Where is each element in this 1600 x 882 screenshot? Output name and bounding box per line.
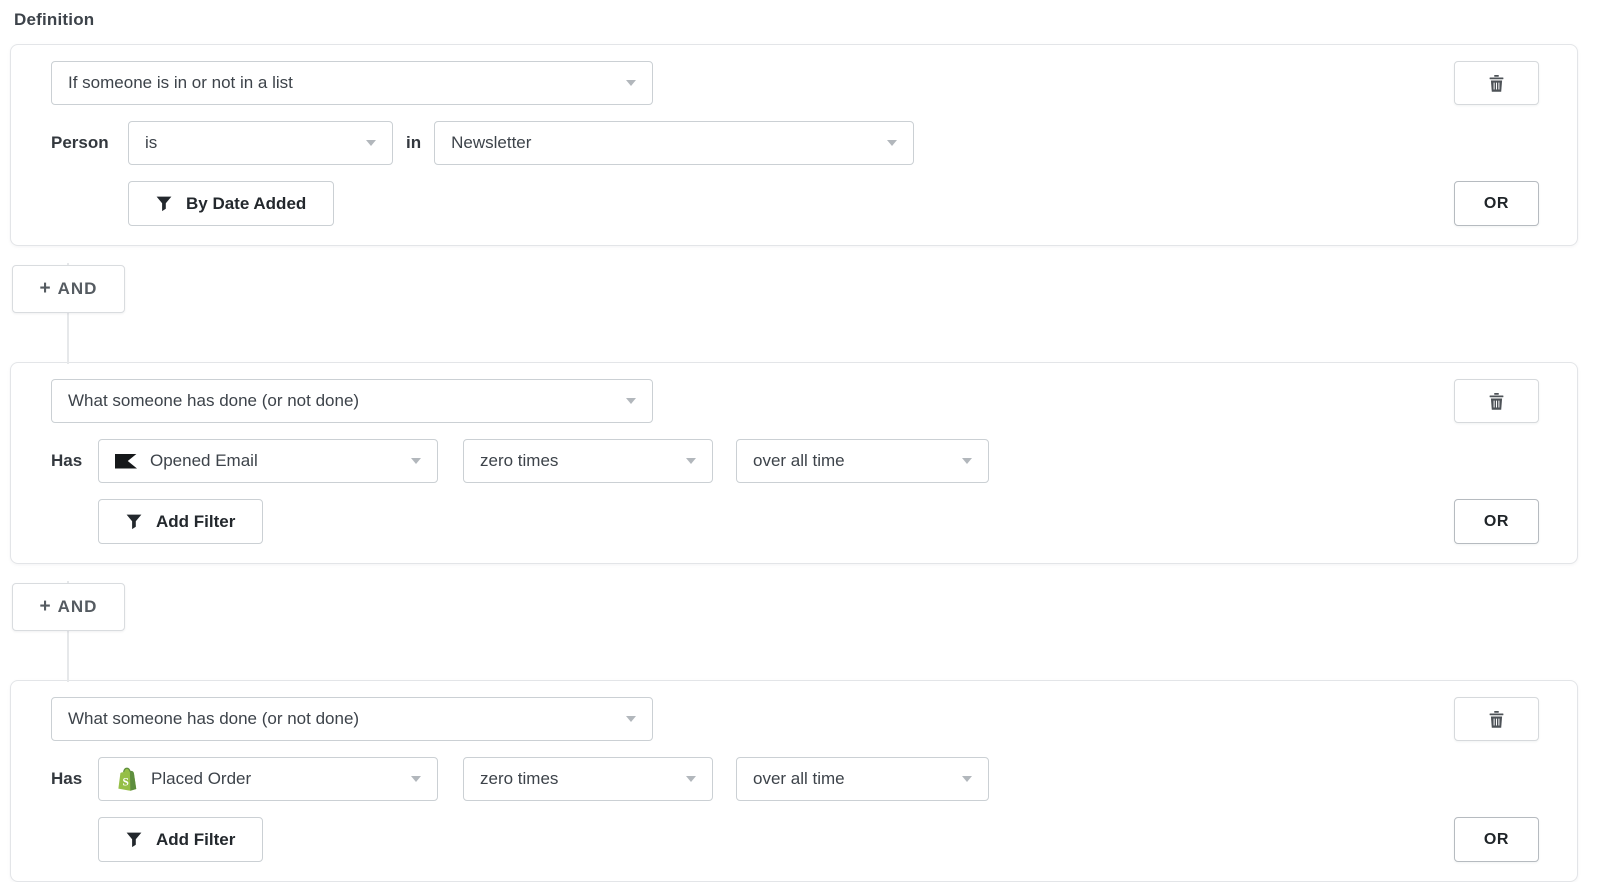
svg-text:S: S (123, 777, 129, 789)
chevron-down-icon (686, 776, 696, 782)
trash-icon (1489, 711, 1504, 728)
condition-type-dropdown[interactable]: What someone has done (or not done) (51, 379, 653, 423)
delete-condition-button[interactable] (1454, 379, 1539, 423)
trash-icon (1489, 393, 1504, 410)
filter-button-label: By Date Added (186, 194, 306, 214)
funnel-icon (126, 514, 142, 530)
condition-type-dropdown[interactable]: If someone is in or not in a list (51, 61, 653, 105)
condition-type-value: What someone has done (or not done) (68, 709, 359, 729)
filter-button-label: Add Filter (156, 830, 235, 850)
filter-row: By Date Added OR (51, 181, 1539, 226)
timeframe-value: over all time (753, 451, 845, 471)
timeframe-value: over all time (753, 769, 845, 789)
condition-type-value: If someone is in or not in a list (68, 73, 293, 93)
condition-card-opened-email: What someone has done (or not done) (10, 362, 1578, 564)
criteria-row: Has S Placed Order zero times ov (51, 757, 1539, 801)
condition-card-placed-order: What someone has done (or not done) (10, 680, 1578, 882)
operator-dropdown[interactable]: is (128, 121, 393, 165)
filter-row: Add Filter OR (51, 499, 1539, 544)
event-value: Placed Order (151, 769, 251, 789)
condition-type-row: If someone is in or not in a list (51, 61, 1539, 105)
chevron-down-icon (887, 140, 897, 146)
list-value: Newsletter (451, 133, 531, 153)
chevron-down-icon (411, 458, 421, 464)
list-dropdown[interactable]: Newsletter (434, 121, 914, 165)
or-button[interactable]: OR (1454, 499, 1539, 544)
condition-type-row: What someone has done (or not done) (51, 379, 1539, 423)
operator-value: is (145, 133, 157, 153)
chevron-down-icon (366, 140, 376, 146)
chevron-down-icon (962, 458, 972, 464)
event-dropdown[interactable]: Opened Email (98, 439, 438, 483)
condition-type-row: What someone has done (or not done) (51, 697, 1539, 741)
timeframe-dropdown[interactable]: over all time (736, 757, 989, 801)
filter-button-label: Add Filter (156, 512, 235, 532)
criteria-row: Person is in Newsletter (51, 121, 1539, 165)
chevron-down-icon (626, 398, 636, 404)
timeframe-dropdown[interactable]: over all time (736, 439, 989, 483)
frequency-dropdown[interactable]: zero times (463, 757, 713, 801)
subject-label: Person (51, 133, 128, 153)
shopify-bag-icon: S (115, 766, 138, 792)
and-connector: + AND (10, 583, 1578, 680)
page-title: Definition (14, 10, 1578, 30)
funnel-icon (156, 196, 172, 212)
chevron-down-icon (411, 776, 421, 782)
frequency-value: zero times (480, 769, 558, 789)
criteria-row: Has Opened Email zero times over all tim… (51, 439, 1539, 483)
subject-label: Has (51, 451, 98, 471)
add-filter-button[interactable]: Add Filter (98, 499, 263, 544)
chevron-down-icon (626, 716, 636, 722)
by-date-added-button[interactable]: By Date Added (128, 181, 334, 226)
delete-condition-button[interactable] (1454, 61, 1539, 105)
filter-row: Add Filter OR (51, 817, 1539, 862)
condition-type-value: What someone has done (or not done) (68, 391, 359, 411)
chevron-down-icon (686, 458, 696, 464)
funnel-icon (126, 832, 142, 848)
or-button[interactable]: OR (1454, 181, 1539, 226)
frequency-dropdown[interactable]: zero times (463, 439, 713, 483)
event-value: Opened Email (150, 451, 258, 471)
frequency-value: zero times (480, 451, 558, 471)
and-connector: + AND (10, 265, 1578, 362)
event-dropdown[interactable]: S Placed Order (98, 757, 438, 801)
condition-card-list-membership: If someone is in or not in a list (10, 44, 1578, 246)
preposition-label: in (406, 133, 421, 153)
and-label: AND (58, 597, 98, 617)
chevron-down-icon (626, 80, 636, 86)
chevron-down-icon (962, 776, 972, 782)
add-and-condition-button[interactable]: + AND (12, 583, 125, 631)
and-label: AND (58, 279, 98, 299)
add-filter-button[interactable]: Add Filter (98, 817, 263, 862)
trash-icon (1489, 75, 1504, 92)
condition-type-dropdown[interactable]: What someone has done (or not done) (51, 697, 653, 741)
add-and-condition-button[interactable]: + AND (12, 265, 125, 313)
plus-icon: + (40, 278, 52, 300)
plus-icon: + (40, 596, 52, 618)
segment-definition-builder: Definition If someone is in or not in a … (10, 0, 1578, 882)
delete-condition-button[interactable] (1454, 697, 1539, 741)
or-button[interactable]: OR (1454, 817, 1539, 862)
klaviyo-flag-icon (115, 454, 137, 469)
subject-label: Has (51, 769, 98, 789)
